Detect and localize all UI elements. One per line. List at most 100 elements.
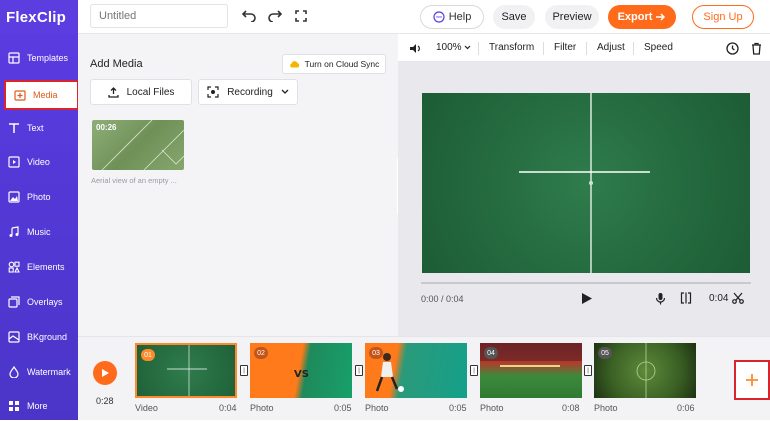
- preview-button[interactable]: Preview: [545, 5, 599, 29]
- overlays-icon: [8, 296, 20, 308]
- chevron-down-icon: [281, 89, 289, 94]
- more-icon: [9, 401, 19, 411]
- sidebar-item-label: Media: [33, 90, 58, 100]
- sidebar-item-label: BKground: [27, 332, 68, 342]
- background-icon: [8, 331, 20, 343]
- media-icon: [14, 90, 26, 101]
- scissors-icon[interactable]: [732, 291, 744, 305]
- sidebar-item-label: Text: [27, 123, 44, 133]
- timeline-clip-3[interactable]: 03: [365, 343, 467, 398]
- undo-icon[interactable]: [240, 7, 258, 25]
- recording-button[interactable]: Recording: [198, 79, 298, 105]
- cloud-sync-button[interactable]: Turn on Cloud Sync: [282, 54, 386, 74]
- clip-duration: 0:04: [219, 403, 237, 413]
- timeline-clip-4[interactable]: 04: [480, 343, 582, 398]
- flexclip-logo[interactable]: FlexClip: [0, 0, 78, 34]
- adjust-button[interactable]: Adjust: [597, 42, 625, 53]
- transition-icon[interactable]: |: [355, 365, 363, 376]
- volume-icon[interactable]: [408, 41, 422, 55]
- play-icon[interactable]: [580, 291, 594, 305]
- clip-duration: 0:08: [562, 403, 580, 413]
- trash-icon[interactable]: [749, 41, 763, 55]
- project-title-input[interactable]: [90, 4, 228, 28]
- speed-button[interactable]: Speed: [644, 42, 673, 53]
- clip-duration: 0:05: [334, 403, 352, 413]
- sidebar-item-video[interactable]: Video: [0, 147, 78, 177]
- divider: [478, 42, 479, 55]
- record-icon: [207, 86, 219, 98]
- sidebar-item-elements[interactable]: Elements: [0, 252, 78, 282]
- clip-type: Photo: [594, 403, 618, 413]
- video-icon: [8, 156, 20, 168]
- local-files-button[interactable]: Local Files: [90, 79, 192, 105]
- media-thumbnail[interactable]: 00:26: [92, 120, 184, 170]
- add-clip-button[interactable]: [734, 360, 770, 400]
- sidebar-item-photo[interactable]: Photo: [0, 182, 78, 212]
- sidebar-item-overlays[interactable]: Overlays: [0, 287, 78, 317]
- clip-duration: 0:05: [449, 403, 467, 413]
- clip-number: 01: [141, 349, 155, 361]
- sidebar-item-text[interactable]: Text: [0, 113, 78, 143]
- timeline-clip-1[interactable]: 01: [135, 343, 237, 398]
- top-bar: FlexClip Help Save Preview Export Sign U…: [0, 0, 770, 34]
- sidebar-item-watermark[interactable]: Watermark: [0, 357, 78, 387]
- divider: [543, 42, 544, 55]
- divider: [586, 42, 587, 55]
- clip-type: Photo: [480, 403, 504, 413]
- watermark-icon: [9, 366, 19, 378]
- chevron-down-icon: [464, 45, 471, 50]
- export-button[interactable]: Export: [608, 5, 676, 29]
- media-caption: Aerial view of an empty ...: [91, 176, 177, 185]
- sidebar-item-label: Templates: [27, 53, 69, 63]
- playback-progress[interactable]: [421, 282, 751, 284]
- save-button[interactable]: Save: [493, 5, 535, 29]
- panel-title: Add Media: [90, 58, 143, 70]
- help-button[interactable]: Help: [420, 5, 484, 29]
- recording-label: Recording: [227, 86, 273, 98]
- local-files-label: Local Files: [126, 86, 175, 98]
- sign-up-button[interactable]: Sign Up: [692, 5, 754, 29]
- upload-icon: [107, 86, 119, 98]
- sidebar-item-label: Overlays: [27, 297, 63, 307]
- preview-toolbar: 100% Transform Filter Adjust Speed: [398, 34, 770, 62]
- transition-icon[interactable]: |: [584, 365, 592, 376]
- clip-duration: 0:04: [709, 293, 729, 304]
- clip-type: Photo: [365, 403, 389, 413]
- fullscreen-icon[interactable]: [292, 7, 310, 25]
- divider: [633, 42, 634, 55]
- transition-icon[interactable]: |: [240, 365, 248, 376]
- text-icon: [9, 123, 19, 133]
- sidebar-item-label: Watermark: [27, 367, 71, 377]
- export-label: Export: [617, 11, 653, 23]
- split-icon[interactable]: [679, 291, 693, 305]
- sidebar-item-more[interactable]: More: [0, 391, 78, 421]
- clip-number: 05: [598, 347, 612, 359]
- transform-button[interactable]: Transform: [489, 42, 534, 53]
- play-icon: [101, 369, 109, 377]
- timeline-clip-5[interactable]: 05: [594, 343, 696, 398]
- microphone-icon[interactable]: [653, 291, 667, 305]
- transition-icon[interactable]: |: [470, 365, 478, 376]
- media-panel: Add Media Turn on Cloud Sync Local Files…: [78, 34, 398, 336]
- clip-type: Photo: [250, 403, 274, 413]
- video-preview-canvas[interactable]: [422, 93, 750, 273]
- clip-type: Video: [135, 403, 158, 413]
- sidebar-item-media[interactable]: Media: [4, 80, 79, 110]
- svg-text:VS: VS: [294, 369, 309, 380]
- timeline-clip-2[interactable]: VS 02: [250, 343, 352, 398]
- sidebar-item-label: Video: [27, 157, 50, 167]
- sidebar-item-templates[interactable]: Templates: [0, 43, 78, 73]
- clock-icon[interactable]: [725, 41, 739, 55]
- sidebar-item-bkground[interactable]: BKground: [0, 322, 78, 352]
- timeline-play-button[interactable]: [93, 361, 117, 385]
- filter-button[interactable]: Filter: [554, 42, 576, 53]
- sidebar-item-music[interactable]: Music: [0, 217, 78, 247]
- arrow-right-icon: [656, 13, 666, 21]
- zoom-select[interactable]: 100%: [436, 42, 471, 53]
- music-icon: [9, 226, 19, 237]
- sidebar-item-label: Elements: [27, 262, 65, 272]
- sidebar-item-label: Music: [27, 227, 51, 237]
- cloud-sync-label: Turn on Cloud Sync: [304, 59, 380, 69]
- redo-icon[interactable]: [266, 7, 284, 25]
- photo-icon: [8, 191, 20, 203]
